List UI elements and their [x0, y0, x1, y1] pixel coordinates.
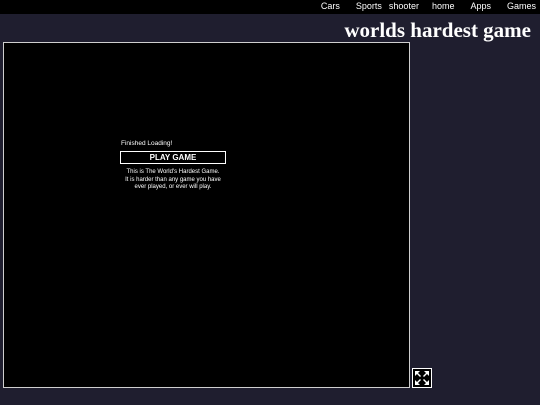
game-canvas[interactable]: Finished Loading! PLAY GAME This is The … [3, 42, 410, 388]
nav-link-cars[interactable]: Cars [321, 1, 340, 11]
nav-link-shooter[interactable]: shooter [389, 1, 419, 11]
main-nav: Cars Sports shooter home Apps Games [321, 1, 536, 11]
nav-link-apps[interactable]: Apps [470, 1, 491, 11]
nav-link-home[interactable]: home [432, 1, 455, 11]
page-title: worlds hardest game [344, 18, 531, 42]
nav-link-games[interactable]: Games [507, 1, 536, 11]
nav-link-sports[interactable]: Sports [356, 1, 382, 11]
fullscreen-button[interactable] [412, 368, 432, 388]
top-navigation-bar: Cars Sports shooter home Apps Games [0, 0, 540, 14]
play-game-button[interactable]: PLAY GAME [120, 151, 226, 164]
expand-arrows-icon [415, 371, 429, 385]
description-line: It is harder than any game you have [125, 176, 221, 183]
loading-status: Finished Loading! [121, 140, 173, 147]
description-line: This is The World's Hardest Game. [126, 169, 220, 175]
game-description: This is The World's Hardest Game. It is … [110, 169, 236, 192]
description-line: ever played, or ever will play. [134, 184, 212, 190]
